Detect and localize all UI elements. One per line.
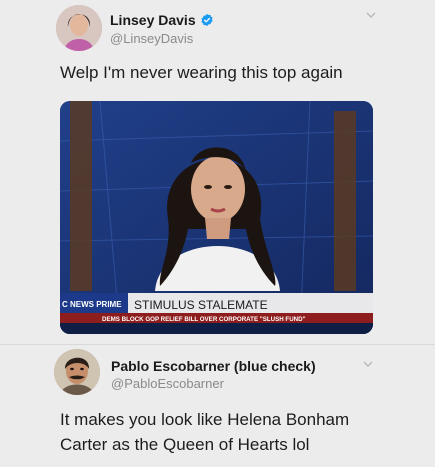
author-name-text[interactable]: Linsey Davis xyxy=(110,12,196,28)
tweet-pablo-escobarner: Pablo Escobarner (blue check) @PabloEsco… xyxy=(0,345,435,467)
tweet-text: Welp I'm never wearing this top again xyxy=(60,63,343,82)
verified-badge-icon xyxy=(201,13,213,27)
ticker-text: DEMS BLOCK GOP RELIEF BILL OVER CORPORAT… xyxy=(102,316,306,323)
chevron-down-icon[interactable] xyxy=(361,357,375,371)
author-name[interactable]: Linsey Davis xyxy=(110,12,214,28)
network-label: C NEWS PRIME xyxy=(62,300,122,309)
author-name[interactable]: Pablo Escobarner (blue check) xyxy=(111,358,316,374)
tweet-text: It makes you look like Helena Bonham Car… xyxy=(60,410,350,454)
headline-text: STIMULUS STALEMATE xyxy=(134,298,268,312)
author-handle[interactable]: @PabloEscobarner xyxy=(111,376,224,391)
chevron-down-icon[interactable] xyxy=(364,8,378,22)
avatar[interactable] xyxy=(54,349,100,395)
tweet-linsey-davis: Linsey Davis @LinseyDavis Welp I'm never… xyxy=(0,0,435,345)
avatar[interactable] xyxy=(56,5,102,51)
author-handle[interactable]: @LinseyDavis xyxy=(110,31,193,46)
tweet-media-image[interactable]: C NEWS PRIME STIMULUS STALEMATE DEMS BLO… xyxy=(60,101,373,334)
